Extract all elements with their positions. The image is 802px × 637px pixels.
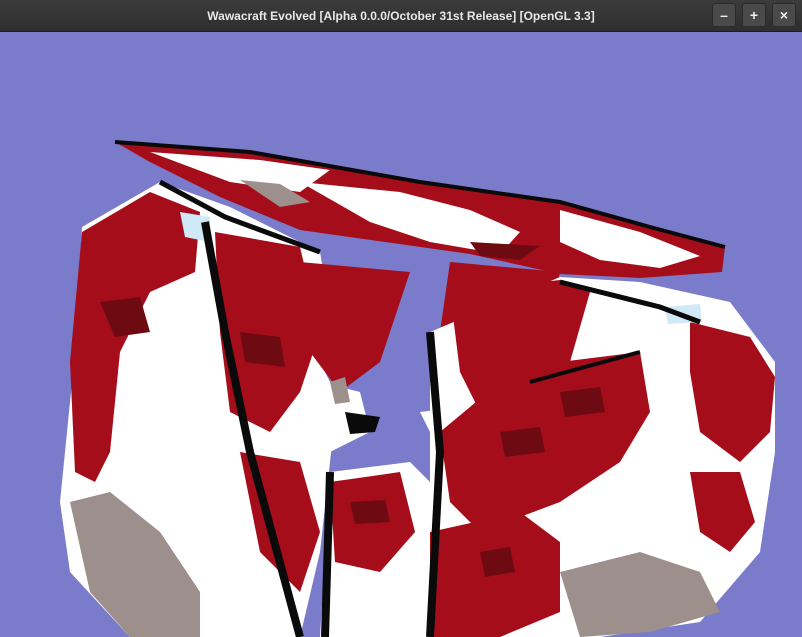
window-title: Wawacraft Evolved [Alpha 0.0.0/October 3… [207, 9, 595, 23]
close-icon: × [779, 7, 789, 23]
block-bottom-center [320, 462, 440, 637]
block-left-face [60, 179, 340, 637]
app-window: Wawacraft Evolved [Alpha 0.0.0/October 3… [0, 0, 802, 637]
maximize-icon: + [749, 7, 759, 23]
game-viewport[interactable] [0, 32, 802, 637]
minimize-icon: – [720, 7, 728, 23]
minimize-button[interactable]: – [712, 3, 736, 27]
game-scene [60, 140, 775, 637]
block-right-face [426, 277, 775, 637]
title-bar[interactable]: Wawacraft Evolved [Alpha 0.0.0/October 3… [0, 0, 802, 32]
maximize-button[interactable]: + [742, 3, 766, 27]
close-button[interactable]: × [772, 3, 796, 27]
